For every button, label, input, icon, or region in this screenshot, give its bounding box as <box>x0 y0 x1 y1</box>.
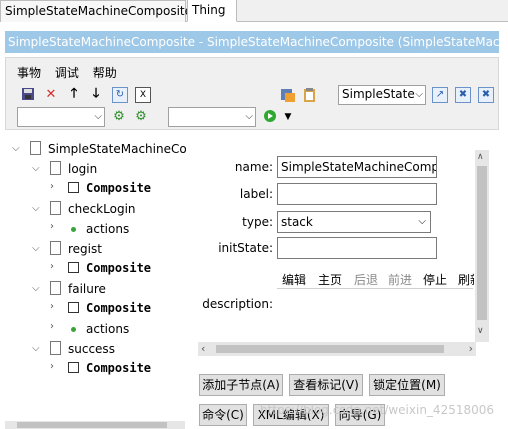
checkbox-icon[interactable] <box>68 362 79 373</box>
delete-icon[interactable]: ✕ <box>43 87 59 103</box>
open-thing-icon[interactable]: ↗ <box>432 87 448 103</box>
checkbox-icon[interactable] <box>68 302 79 313</box>
initstate-label: initState: <box>218 241 273 255</box>
tree-node-failure-actions[interactable]: actions <box>86 321 129 337</box>
browser-back-link[interactable]: 后退 <box>354 271 378 288</box>
tree-node-regist[interactable]: regist <box>68 241 102 257</box>
tree-node-success-composite[interactable]: Composite <box>86 360 151 376</box>
chevron-right-icon[interactable]: › <box>50 321 54 332</box>
menu-bar: 事物 调试 帮助 <box>17 64 127 81</box>
chevron-down-icon: ⌵ <box>94 111 102 122</box>
tree-node-checklogin[interactable]: checkLogin <box>68 201 136 217</box>
document-icon <box>50 241 61 255</box>
menu-help[interactable]: 帮助 <box>93 66 117 80</box>
divider <box>277 288 473 289</box>
tree-node-failure[interactable]: failure <box>68 281 106 297</box>
name-label: name: <box>234 160 273 174</box>
name-field[interactable]: SimpleStateMachineComp <box>277 156 437 178</box>
chevron-right-icon[interactable]: › <box>50 301 54 312</box>
xml-icon[interactable]: X <box>135 87 151 103</box>
debug-combo[interactable]: ⌵ <box>17 107 105 127</box>
move-down-icon[interactable]: 🡓 <box>88 86 104 102</box>
tree-node-login[interactable]: login <box>68 161 97 177</box>
thing-selector-combo[interactable]: SimpleState ⌵ <box>338 85 426 105</box>
initstate-field[interactable] <box>277 237 437 259</box>
chevron-right-icon[interactable]: › <box>50 261 54 272</box>
chevron-down-icon: ⌵ <box>415 89 423 100</box>
form-horizontal-scrollbar[interactable]: ‹ › <box>198 342 476 356</box>
type-label: type: <box>242 215 273 229</box>
tree-node-regist-composite[interactable]: Composite <box>86 260 151 276</box>
run-debug-icon[interactable]: ⚙ <box>111 109 127 125</box>
chevron-down-icon[interactable]: ⌵ <box>32 163 40 174</box>
run-icon[interactable] <box>262 109 278 125</box>
document-icon <box>50 161 61 175</box>
chevron-down-icon[interactable]: ⌵ <box>32 203 40 214</box>
tab-simplestatemachinecomposite[interactable]: SimpleStateMachineComposite <box>0 0 192 22</box>
chevron-down-icon: ⌵ <box>418 216 426 227</box>
scroll-right-icon[interactable]: › <box>469 342 473 355</box>
type-select[interactable]: stack ⌵ <box>277 211 431 233</box>
tree-node-success[interactable]: success <box>68 341 115 357</box>
chevron-down-icon[interactable]: ⌵ <box>12 143 20 154</box>
form-vertical-scrollbar[interactable]: ∧ ∨ <box>475 150 489 342</box>
document-icon <box>50 201 61 215</box>
action-dot-icon <box>71 327 76 332</box>
scroll-up-icon[interactable]: ∧ <box>477 152 484 162</box>
scroll-down-icon[interactable]: ∨ <box>477 326 484 336</box>
action-combo[interactable]: ⌵ <box>168 107 256 127</box>
label-field[interactable] <box>277 183 437 205</box>
browser-stop-link[interactable]: 停止 <box>423 271 447 288</box>
view-marks-button[interactable]: 查看标记(V) <box>289 374 363 396</box>
menu-thing[interactable]: 事物 <box>17 66 41 80</box>
description-label: description: <box>202 297 273 311</box>
tree-node-failure-composite[interactable]: Composite <box>86 300 151 316</box>
chevron-down-icon[interactable]: ⌵ <box>32 283 40 294</box>
tree-root[interactable]: SimpleStateMachineCor <box>48 141 186 157</box>
chevron-right-icon[interactable]: › <box>50 361 54 372</box>
refresh-icon[interactable]: ↻ <box>112 87 128 103</box>
clipboard-icon[interactable] <box>302 87 318 103</box>
menu-debug[interactable]: 调试 <box>55 66 79 80</box>
editor-title-bar: SimpleStateMachineComposite - SimpleStat… <box>5 31 499 53</box>
bookmark-icon[interactable] <box>280 87 296 103</box>
tree-horizontal-scrollbar[interactable] <box>5 421 185 429</box>
tree-node-login-composite[interactable]: Composite <box>86 180 151 196</box>
close-thing-icon[interactable]: ✖ <box>478 87 494 103</box>
document-icon <box>50 281 61 295</box>
tab-bar: SimpleStateMachineComposite Thing <box>0 0 508 22</box>
remove-thing-icon[interactable]: ✖ <box>455 87 471 103</box>
checkbox-icon[interactable] <box>68 262 79 273</box>
chevron-right-icon[interactable]: › <box>50 181 54 192</box>
move-up-icon[interactable]: 🡑 <box>66 86 82 102</box>
action-dot-icon <box>71 227 76 232</box>
label-label: label: <box>239 187 273 201</box>
command-button[interactable]: 命令(C) <box>199 404 247 426</box>
tab-thing[interactable]: Thing <box>187 0 237 22</box>
checkbox-icon[interactable] <box>68 182 79 193</box>
chevron-down-icon: ⌵ <box>245 111 253 122</box>
add-child-button[interactable]: 添加子节点(A) <box>199 374 283 396</box>
browser-refresh-link[interactable]: 刷新 <box>458 271 474 288</box>
watermark: https://blog.csdn.net/weixin_42518006 <box>260 403 495 417</box>
document-icon <box>50 341 61 355</box>
chevron-down-icon[interactable]: ⌵ <box>32 343 40 354</box>
browser-edit-link[interactable]: 编辑 <box>282 271 306 288</box>
lock-position-button[interactable]: 锁定位置(M) <box>369 374 445 396</box>
scroll-left-icon[interactable]: ‹ <box>201 342 205 355</box>
run-dropdown-icon[interactable]: ▼ <box>280 109 296 125</box>
browser-home-link[interactable]: 主页 <box>318 271 342 288</box>
document-icon <box>30 141 41 155</box>
chevron-down-icon[interactable]: ⌵ <box>32 243 40 254</box>
stop-debug-icon[interactable]: ⚙ <box>133 109 149 125</box>
save-icon[interactable] <box>20 87 36 103</box>
browser-forward-link[interactable]: 前进 <box>388 271 412 288</box>
chevron-right-icon[interactable]: › <box>50 221 54 232</box>
tree-node-checklogin-actions[interactable]: actions <box>86 221 129 237</box>
